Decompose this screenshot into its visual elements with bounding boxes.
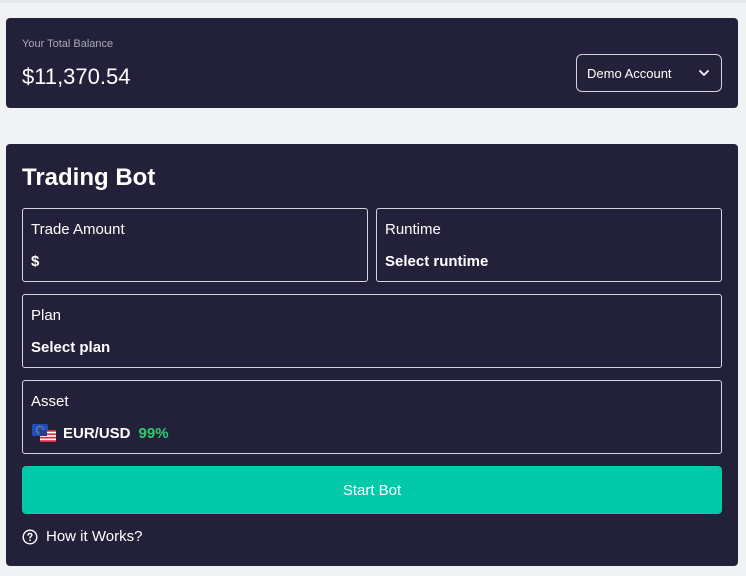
start-bot-button[interactable]: Start Bot	[22, 466, 722, 514]
account-select[interactable]: Demo Account	[576, 54, 722, 92]
balance-label: Your Total Balance	[22, 38, 114, 50]
help-circle-icon	[22, 528, 38, 545]
trading-bot-card: Trading Bot Trade Amount $ Runtime Selec…	[6, 144, 738, 566]
asset-payout: 99%	[138, 424, 169, 442]
asset-selection: EUR/USD 99%	[31, 423, 169, 443]
runtime-value: Select runtime	[385, 253, 489, 270]
trade-amount-value[interactable]: $	[31, 253, 39, 270]
plan-label: Plan	[31, 307, 62, 324]
page-title: Trading Bot	[22, 164, 156, 191]
chevron-down-icon	[699, 70, 709, 76]
trade-amount-field[interactable]: Trade Amount $	[22, 208, 368, 282]
balance-value: $11,370.54	[22, 64, 131, 89]
plan-select[interactable]: Plan Select plan	[22, 294, 722, 368]
account-select-label: Demo Account	[587, 65, 672, 81]
plan-value: Select plan	[31, 339, 111, 356]
top-divider	[0, 0, 746, 3]
how-it-works-link[interactable]: How it Works?	[22, 528, 142, 545]
asset-label: Asset	[31, 393, 69, 410]
runtime-label: Runtime	[385, 221, 441, 238]
asset-name: EUR/USD	[63, 424, 131, 442]
asset-select[interactable]: Asset EUR/USD 99%	[22, 380, 722, 454]
how-it-works-text: How it Works?	[46, 528, 143, 545]
runtime-select[interactable]: Runtime Select runtime	[376, 208, 722, 282]
balance-card: Your Total Balance $11,370.54 Demo Accou…	[6, 18, 738, 108]
eur-usd-flags-icon	[32, 424, 56, 442]
trade-amount-label: Trade Amount	[31, 221, 125, 238]
